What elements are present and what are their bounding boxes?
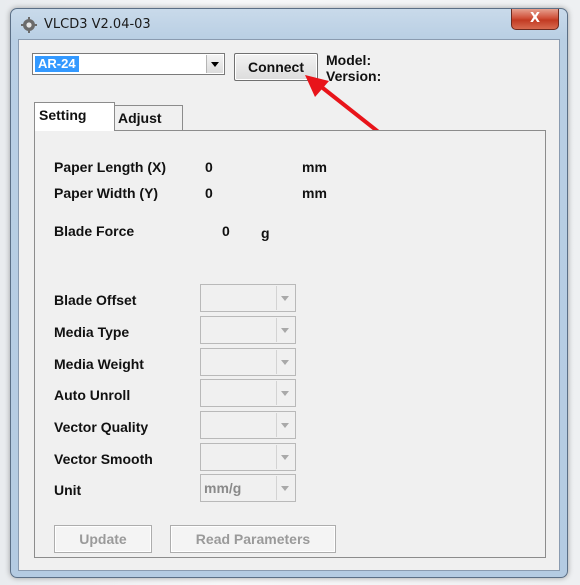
chevron-down-icon[interactable]	[276, 476, 294, 500]
device-select-value: AR-24	[35, 56, 79, 72]
paper-length-unit: mm	[302, 159, 327, 175]
update-button[interactable]: Update	[54, 525, 152, 553]
gear-app-icon	[21, 17, 37, 33]
device-select[interactable]: AR-24	[32, 53, 225, 75]
auto-unroll-select[interactable]	[200, 379, 296, 407]
chevron-down-icon[interactable]	[276, 350, 294, 374]
tab-adjust[interactable]: Adjust	[114, 105, 183, 131]
chevron-down-icon[interactable]	[206, 55, 223, 73]
chevron-down-icon[interactable]	[276, 286, 294, 310]
app-window: VLCD3 V2.04-03 X AR-24 Connect Model: Ve…	[10, 8, 568, 578]
window-title: VLCD3 V2.04-03	[44, 17, 151, 32]
media-type-select[interactable]	[200, 316, 296, 344]
vector-quality-select[interactable]	[200, 411, 296, 439]
blade-force-value: 0	[222, 223, 230, 239]
blade-offset-select[interactable]	[200, 284, 296, 312]
vector-smooth-label: Vector Smooth	[54, 451, 153, 467]
chevron-down-icon[interactable]	[276, 318, 294, 342]
paper-width-label: Paper Width (Y)	[54, 185, 159, 201]
media-type-label: Media Type	[54, 324, 130, 340]
media-weight-label: Media Weight	[54, 356, 144, 372]
close-button[interactable]: X	[511, 9, 559, 30]
paper-length-label: Paper Length (X)	[54, 159, 167, 175]
paper-width-value: 0	[205, 185, 213, 201]
paper-length-value: 0	[205, 159, 213, 175]
blade-offset-label: Blade Offset	[54, 292, 137, 308]
blade-force-label: Blade Force	[54, 223, 135, 239]
setting-panel: Paper Length (X) 0 mm Paper Width (Y) 0 …	[34, 130, 546, 558]
vector-smooth-select[interactable]	[200, 443, 296, 471]
paper-width-unit: mm	[302, 185, 327, 201]
unit-select[interactable]: mm/g	[200, 474, 296, 502]
media-weight-select[interactable]	[200, 348, 296, 376]
unit-label: Unit	[54, 482, 82, 498]
client-area: AR-24 Connect Model: Version: Setting Ad…	[18, 39, 560, 571]
blade-force-unit: g	[261, 225, 270, 241]
vector-quality-label: Vector Quality	[54, 419, 149, 435]
unit-value: mm/g	[204, 480, 242, 496]
chevron-down-icon[interactable]	[276, 445, 294, 469]
auto-unroll-label: Auto Unroll	[54, 387, 131, 403]
tab-setting[interactable]: Setting	[34, 102, 115, 131]
model-label: Model:	[326, 52, 372, 68]
chevron-down-icon[interactable]	[276, 381, 294, 405]
read-parameters-button[interactable]: Read Parameters	[170, 525, 336, 553]
chevron-down-icon[interactable]	[276, 413, 294, 437]
title-bar[interactable]: VLCD3 V2.04-03 X	[11, 9, 567, 39]
